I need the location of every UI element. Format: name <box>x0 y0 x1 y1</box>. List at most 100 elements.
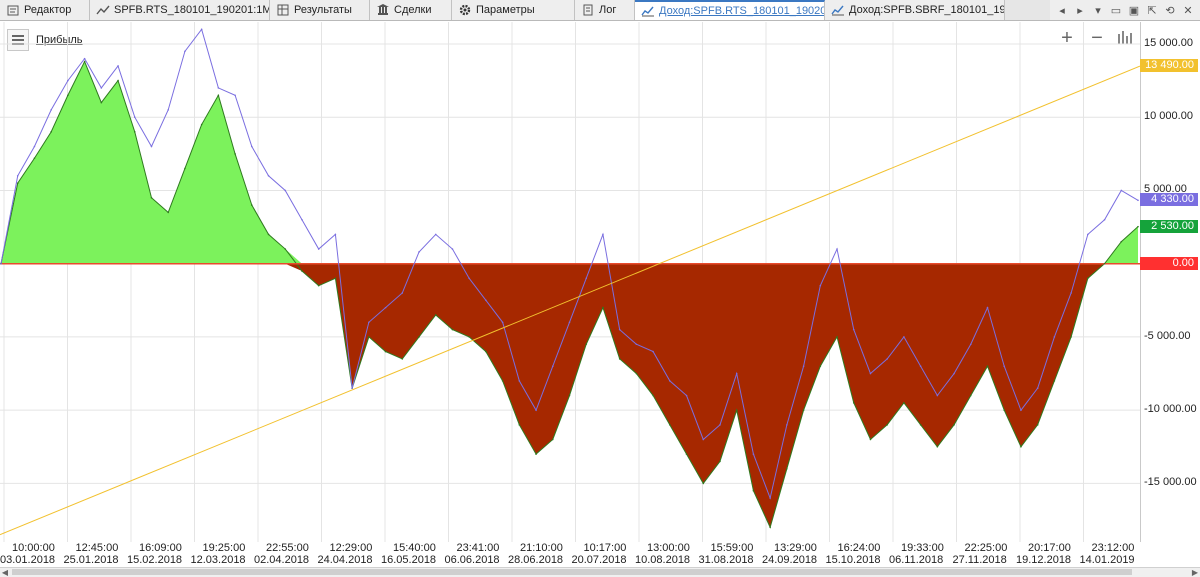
tab-label: Сделки <box>394 4 432 16</box>
equity-point <box>67 79 69 82</box>
equity-point <box>836 248 838 250</box>
refresh-icon[interactable]: ⟲ <box>1164 3 1176 17</box>
scroll-right-arrow-icon[interactable]: ▶ <box>1190 568 1200 577</box>
y-value-tag: 13 490.00 <box>1140 59 1198 73</box>
profit-point <box>903 402 905 404</box>
y-tick-label: 10 000.00 <box>1144 110 1193 123</box>
profit-point <box>1137 225 1139 228</box>
equity-point <box>334 233 337 236</box>
x-tick-date: 20.07.2018 <box>571 554 627 566</box>
x-tick-label: 23:41:00 06.06.2018 <box>445 542 500 566</box>
x-tick-time: 19:33:00 <box>901 542 944 554</box>
equity-point <box>852 328 855 331</box>
profit-point <box>986 365 989 368</box>
tab-4[interactable]: Параметры <box>452 0 575 20</box>
close-all-icon[interactable]: ✕ <box>1182 3 1194 17</box>
tab-label: Лог <box>599 4 617 16</box>
profit-point <box>836 336 838 338</box>
equity-point <box>200 28 203 31</box>
x-tick-label: 22:25:00 27.11.2018 <box>953 542 1008 566</box>
equity-point <box>919 365 922 368</box>
equity-point <box>50 109 52 111</box>
profit-point <box>568 394 571 397</box>
profit-point <box>117 79 119 82</box>
profit-point <box>451 328 454 331</box>
equity-point <box>669 380 671 382</box>
x-tick-label: 13:00:00 10.08.2018 <box>635 542 690 566</box>
profit-point <box>200 123 203 126</box>
profit-point <box>401 358 404 360</box>
tab-label: Редактор <box>24 4 72 16</box>
profit-point <box>669 424 671 426</box>
profit-point <box>217 94 220 97</box>
scroll-right-icon[interactable]: ▸ <box>1074 3 1086 17</box>
x-tick-date: 24.04.2018 <box>317 554 373 566</box>
profit-point <box>602 306 604 309</box>
profit-point <box>702 482 705 485</box>
profit-point <box>301 270 303 272</box>
scroll-left-icon[interactable]: ◂ <box>1056 3 1068 17</box>
profit-point <box>184 167 186 170</box>
x-tick-label: 10:17:00 20.07.2018 <box>572 542 627 566</box>
equity-point <box>117 65 119 67</box>
trades-icon <box>376 4 390 16</box>
tab-1[interactable]: SPFB.RTS_180101_190201:1M <box>90 0 270 20</box>
equity-point <box>301 218 303 221</box>
x-tick-time: 15:40:00 <box>393 542 436 554</box>
gear-icon <box>458 4 472 16</box>
equity-point <box>535 409 537 411</box>
scroll-left-arrow-icon[interactable]: ◀ <box>0 568 10 577</box>
dropdown-icon[interactable]: ▾ <box>1092 3 1104 17</box>
tab-label: Доход:SPFB.SBRF_180101_190201 <box>849 4 1005 16</box>
scroll-thumb[interactable] <box>12 569 1132 575</box>
tab-7[interactable]: Доход:SPFB.SBRF_180101_190201 <box>825 0 1005 20</box>
profit-point <box>133 131 136 133</box>
profit-point <box>618 358 621 360</box>
equity-point <box>83 57 86 60</box>
tab-6[interactable]: Доход:SPFB.RTS_180101_190201✕ <box>635 0 825 20</box>
equity-point <box>685 394 688 397</box>
profit-point <box>652 394 654 397</box>
export-icon[interactable]: ⇱ <box>1146 3 1158 17</box>
tab-2[interactable]: Результаты <box>270 0 370 20</box>
profit-point <box>802 409 805 411</box>
tab-0[interactable]: Редактор <box>0 0 90 20</box>
profit-point <box>735 409 738 411</box>
x-tick-label: 13:29:00 24.09.2018 <box>762 542 817 566</box>
equity-point <box>652 350 654 353</box>
x-tick-time: 16:24:00 <box>837 542 881 554</box>
profit-point <box>368 336 370 338</box>
x-tick-time: 12:45:00 <box>75 542 119 554</box>
profit-area <box>1 61 1138 264</box>
equity-point <box>451 248 454 250</box>
x-tick-label: 16:09:00 15.02.2018 <box>127 542 182 566</box>
y-axis <box>1140 22 1200 542</box>
equity-point <box>501 321 504 324</box>
profit-point <box>267 233 270 236</box>
x-tick-time: 15:59:00 <box>710 542 754 554</box>
x-tick-time: 12:29:00 <box>329 542 373 554</box>
tab-label: Результаты <box>294 4 352 16</box>
tab-label: Параметры <box>476 4 535 16</box>
save-icon[interactable]: ▣ <box>1128 3 1140 17</box>
profit-point <box>769 526 771 529</box>
equity-point <box>602 233 604 236</box>
y-tick-label: -15 000.00 <box>1144 476 1197 489</box>
horizontal-scrollbar[interactable]: ◀ ▶ <box>0 567 1200 577</box>
tab-tools: ◂ ▸ ▾ ▭ ▣ ⇱ ⟲ ✕ <box>1050 0 1200 20</box>
x-tick-label: 10:00:00 03.01.2018 <box>0 542 55 566</box>
equity-point <box>284 189 287 192</box>
equity-point <box>769 497 771 499</box>
x-tick-date: 19.12.2018 <box>1016 554 1072 566</box>
profit-point <box>1103 262 1106 265</box>
equity-point <box>251 145 253 148</box>
equity-point <box>434 233 437 236</box>
tab-5[interactable]: Лог <box>575 0 635 20</box>
folder-open-icon[interactable]: ▭ <box>1110 3 1122 17</box>
equity-chart[interactable] <box>0 22 1140 542</box>
x-axis: 10:00:00 03.01.2018 12:45:00 25.01.2018 16:0… <box>0 542 1140 568</box>
x-tick-label: 19:33:00 06.11.2018 <box>889 542 944 566</box>
tab-3[interactable]: Сделки <box>370 0 452 20</box>
x-tick-time: 21:10:00 <box>520 542 563 554</box>
tab-label: SPFB.RTS_180101_190201:1M <box>114 4 270 16</box>
